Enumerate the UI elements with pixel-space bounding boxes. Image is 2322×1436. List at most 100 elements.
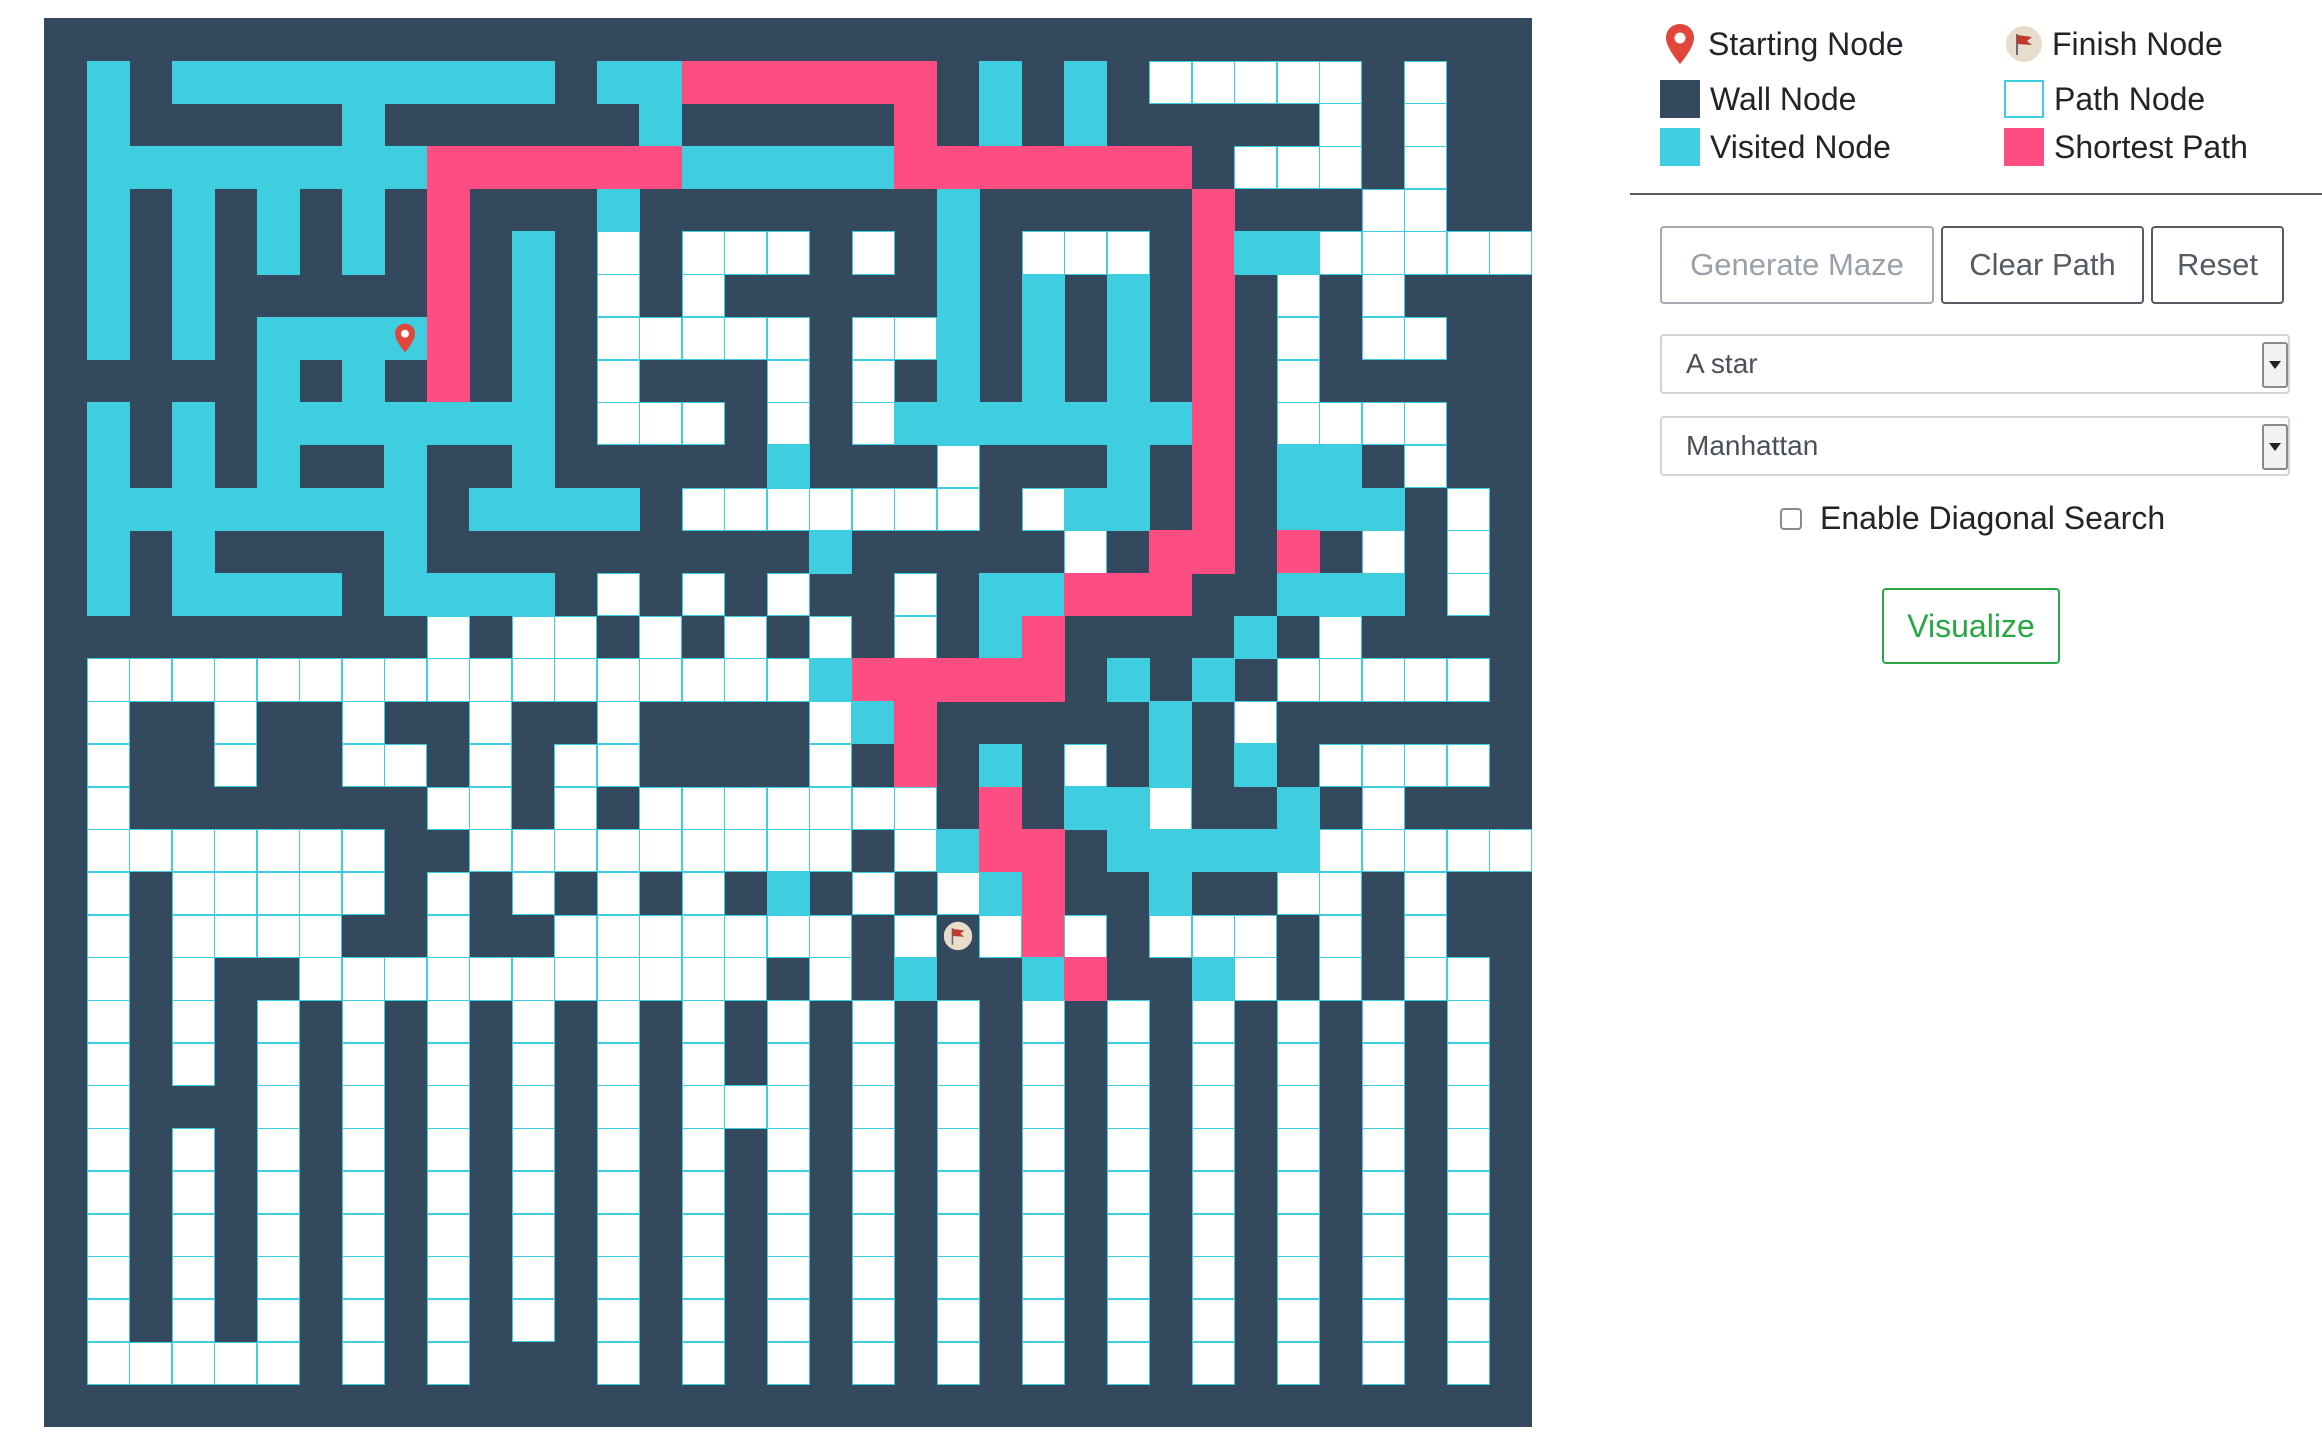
path-node[interactable] — [766, 231, 810, 275]
path-node[interactable] — [171, 957, 215, 1001]
shortest-node[interactable] — [1191, 487, 1235, 531]
visited-node[interactable] — [681, 146, 725, 190]
path-node[interactable] — [129, 1341, 173, 1385]
visited-node[interactable] — [129, 146, 173, 190]
visited-node[interactable] — [1106, 829, 1150, 873]
path-node[interactable] — [86, 829, 130, 873]
path-node[interactable] — [681, 1298, 725, 1343]
path-node[interactable] — [766, 829, 810, 873]
visited-node[interactable] — [1149, 701, 1193, 745]
path-node[interactable] — [596, 274, 640, 318]
path-node[interactable] — [341, 1085, 385, 1129]
path-node[interactable] — [1276, 1341, 1320, 1385]
path-node[interactable] — [426, 914, 470, 958]
path-node[interactable] — [1276, 316, 1320, 361]
path-node[interactable] — [299, 914, 343, 958]
shortest-node[interactable] — [681, 60, 725, 104]
path-node[interactable] — [936, 487, 980, 531]
visited-node[interactable] — [979, 60, 1023, 104]
visited-node[interactable] — [979, 743, 1023, 788]
visited-node[interactable] — [1276, 573, 1320, 617]
path-node[interactable] — [851, 1128, 895, 1172]
visited-node[interactable] — [936, 274, 980, 318]
visited-node[interactable] — [1276, 444, 1320, 489]
path-node[interactable] — [1319, 829, 1363, 873]
path-node[interactable] — [511, 829, 555, 873]
visited-node[interactable] — [979, 573, 1023, 617]
path-node[interactable] — [384, 658, 428, 702]
path-node[interactable] — [681, 1042, 725, 1086]
visited-node[interactable] — [511, 231, 555, 275]
shortest-node[interactable] — [1021, 146, 1065, 190]
visited-node[interactable] — [256, 188, 300, 232]
shortest-node[interactable] — [1021, 871, 1065, 916]
visited-node[interactable] — [171, 146, 215, 190]
path-node[interactable] — [256, 1213, 300, 1257]
path-node[interactable] — [1446, 1042, 1490, 1086]
visited-node[interactable] — [171, 487, 215, 531]
visited-node[interactable] — [384, 573, 428, 617]
visited-node[interactable] — [341, 487, 385, 531]
path-node[interactable] — [809, 829, 853, 873]
path-node[interactable] — [596, 1000, 640, 1044]
path-node[interactable] — [341, 1042, 385, 1086]
path-node[interactable] — [681, 231, 725, 275]
visited-node[interactable] — [86, 146, 130, 190]
visited-node[interactable] — [894, 957, 938, 1001]
visited-node[interactable] — [809, 146, 853, 190]
path-node[interactable] — [1021, 1042, 1065, 1086]
path-node[interactable] — [1361, 1128, 1405, 1172]
shortest-node[interactable] — [894, 146, 938, 190]
path-node[interactable] — [639, 786, 683, 830]
path-node[interactable] — [1106, 1085, 1150, 1129]
path-node[interactable] — [1276, 359, 1320, 403]
path-node[interactable] — [1404, 316, 1448, 361]
path-node[interactable] — [766, 316, 810, 361]
path-node[interactable] — [426, 871, 470, 916]
visited-node[interactable] — [341, 188, 385, 232]
path-node[interactable] — [766, 1298, 810, 1343]
path-node[interactable] — [1361, 786, 1405, 830]
path-node[interactable] — [1106, 1298, 1150, 1343]
path-node[interactable] — [1064, 914, 1108, 958]
shortest-node[interactable] — [554, 146, 598, 190]
path-node[interactable] — [426, 658, 470, 702]
path-node[interactable] — [1361, 530, 1405, 574]
visited-node[interactable] — [979, 103, 1023, 147]
path-node[interactable] — [1021, 1000, 1065, 1044]
visited-node[interactable] — [469, 402, 513, 446]
visited-node[interactable] — [1276, 786, 1320, 830]
path-node[interactable] — [766, 1042, 810, 1086]
path-node[interactable] — [511, 658, 555, 702]
path-node[interactable] — [511, 1170, 555, 1214]
finish-node-flag-icon[interactable] — [937, 915, 979, 957]
path-node[interactable] — [1319, 658, 1363, 702]
visited-node[interactable] — [1276, 829, 1320, 873]
visited-node[interactable] — [341, 146, 385, 190]
path-node[interactable] — [86, 1170, 130, 1214]
visited-node[interactable] — [724, 146, 768, 190]
diagonal-search-checkbox[interactable] — [1780, 507, 1802, 530]
path-node[interactable] — [214, 743, 258, 788]
path-node[interactable] — [681, 914, 725, 958]
path-node[interactable] — [426, 615, 470, 659]
visited-node[interactable] — [86, 60, 130, 104]
visited-node[interactable] — [936, 402, 980, 446]
visited-node[interactable] — [256, 402, 300, 446]
path-node[interactable] — [681, 957, 725, 1001]
path-node[interactable] — [1276, 1170, 1320, 1214]
reset-button[interactable]: Reset — [2151, 226, 2284, 304]
path-node[interactable] — [171, 1213, 215, 1257]
path-node[interactable] — [766, 573, 810, 617]
visited-node[interactable] — [511, 573, 555, 617]
path-node[interactable] — [86, 957, 130, 1001]
path-node[interactable] — [86, 1213, 130, 1257]
path-node[interactable] — [469, 658, 513, 702]
path-node[interactable] — [256, 658, 300, 702]
path-node[interactable] — [809, 743, 853, 788]
path-node[interactable] — [851, 871, 895, 916]
path-node[interactable] — [1021, 1298, 1065, 1343]
path-node[interactable] — [86, 1000, 130, 1044]
path-node[interactable] — [936, 1128, 980, 1172]
path-node[interactable] — [1404, 658, 1448, 702]
